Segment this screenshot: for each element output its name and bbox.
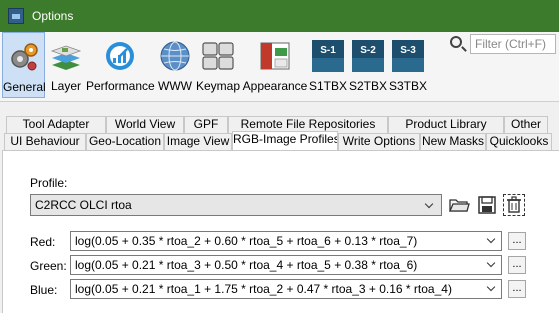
blue-expression-value: log(0.05 + 0.21 * rtoa_1 + 1.75 * rtoa_2… bbox=[75, 282, 452, 296]
red-expression-value: log(0.05 + 0.35 * rtoa_2 + 0.60 * rtoa_5… bbox=[75, 234, 418, 248]
folder-icon bbox=[449, 199, 470, 212]
blue-label: Blue: bbox=[30, 283, 58, 297]
title-bar: Options bbox=[0, 0, 559, 32]
tab-ui-behaviour[interactable]: UI Behaviour bbox=[4, 133, 86, 150]
green-label: Green: bbox=[30, 259, 67, 273]
gear-icon bbox=[11, 43, 38, 71]
s3-badge-text: S-3 bbox=[400, 45, 416, 56]
category-label: Keymap bbox=[195, 79, 241, 93]
window-title: Options bbox=[32, 9, 74, 23]
s2-icon: S-2 bbox=[352, 40, 384, 72]
tab-product-library[interactable]: Product Library bbox=[388, 116, 504, 133]
chevron-down-icon[interactable] bbox=[484, 256, 500, 274]
category-label: Appearance bbox=[242, 79, 308, 93]
search-icon bbox=[450, 36, 462, 48]
category-s2tbx[interactable]: S-2 S2TBX bbox=[348, 32, 388, 98]
s2-badge-text: S-2 bbox=[360, 45, 376, 56]
tab-other[interactable]: Other bbox=[504, 116, 548, 133]
category-s3tbx[interactable]: S-3 S3TBX bbox=[388, 32, 428, 98]
keyboard-icon bbox=[202, 42, 234, 70]
globe-icon bbox=[160, 41, 190, 71]
tab-world-view[interactable]: World View bbox=[106, 116, 184, 133]
category-www[interactable]: WWW bbox=[156, 32, 194, 98]
s3-icon: S-3 bbox=[392, 40, 424, 72]
category-label: WWW bbox=[158, 79, 192, 93]
filter-input[interactable] bbox=[470, 34, 556, 54]
red-edit-expression-button[interactable]: ... bbox=[508, 232, 526, 250]
trash-icon bbox=[507, 196, 521, 213]
category-label: General bbox=[3, 80, 46, 94]
red-expression-field[interactable]: log(0.05 + 0.35 * rtoa_2 + 0.60 * rtoa_5… bbox=[70, 231, 502, 251]
category-label: S2TBX bbox=[348, 79, 387, 93]
category-label: Performance bbox=[86, 79, 155, 93]
green-edit-expression-button[interactable]: ... bbox=[508, 256, 526, 274]
category-label: S3TBX bbox=[388, 79, 427, 93]
tab-new-masks[interactable]: New Masks bbox=[420, 133, 486, 150]
blue-expression-field[interactable]: log(0.05 + 0.21 * rtoa_1 + 1.75 * rtoa_2… bbox=[70, 279, 502, 299]
tab-image-view[interactable]: Image View bbox=[164, 133, 232, 150]
category-appearance[interactable]: Appearance bbox=[242, 32, 308, 98]
category-general[interactable]: General bbox=[2, 32, 46, 98]
chevron-down-icon[interactable] bbox=[484, 280, 500, 298]
red-label: Red: bbox=[30, 235, 56, 249]
tab-tool-adapter[interactable]: Tool Adapter bbox=[6, 116, 106, 133]
green-expression-value: log(0.05 + 0.21 * rtoa_3 + 0.50 * rtoa_4… bbox=[75, 258, 418, 272]
toolbar-divider bbox=[0, 101, 559, 102]
tab-rgb-image-profiles[interactable]: RGB-Image Profiles bbox=[232, 131, 338, 150]
category-s1tbx[interactable]: S-1 S1TBX bbox=[308, 32, 348, 98]
tab-quicklooks[interactable]: Quicklooks bbox=[486, 133, 552, 150]
s1-icon: S-1 bbox=[312, 40, 344, 72]
profile-select[interactable]: C2RCC OLCI rtoa bbox=[30, 194, 442, 216]
tab-write-options[interactable]: Write Options bbox=[338, 133, 420, 150]
profile-value: C2RCC OLCI rtoa bbox=[35, 198, 132, 212]
delete-profile-button[interactable] bbox=[503, 194, 525, 216]
green-expression-field[interactable]: log(0.05 + 0.21 * rtoa_3 + 0.50 * rtoa_4… bbox=[70, 255, 502, 275]
performance-icon bbox=[106, 42, 134, 70]
category-label: S1TBX bbox=[308, 79, 347, 93]
snap-app-icon bbox=[8, 8, 24, 24]
tab-gpf[interactable]: GPF bbox=[184, 116, 228, 133]
s1-badge-text: S-1 bbox=[320, 45, 336, 56]
category-keymap[interactable]: Keymap bbox=[195, 32, 241, 98]
category-layer[interactable]: Layer bbox=[47, 32, 85, 98]
category-label: Layer bbox=[50, 79, 82, 93]
chevron-down-icon[interactable] bbox=[484, 232, 500, 250]
tab-geo-location[interactable]: Geo-Location bbox=[86, 133, 164, 150]
open-profile-button[interactable] bbox=[448, 194, 470, 216]
profile-label: Profile: bbox=[30, 176, 68, 190]
save-icon bbox=[478, 196, 496, 214]
save-profile-button[interactable] bbox=[476, 194, 498, 216]
chevron-down-icon[interactable] bbox=[421, 195, 439, 215]
filter-search bbox=[448, 34, 556, 54]
blue-edit-expression-button[interactable]: ... bbox=[508, 280, 526, 298]
category-performance[interactable]: Performance bbox=[86, 32, 155, 98]
appearance-icon bbox=[260, 42, 290, 70]
layer-icon bbox=[50, 45, 82, 70]
